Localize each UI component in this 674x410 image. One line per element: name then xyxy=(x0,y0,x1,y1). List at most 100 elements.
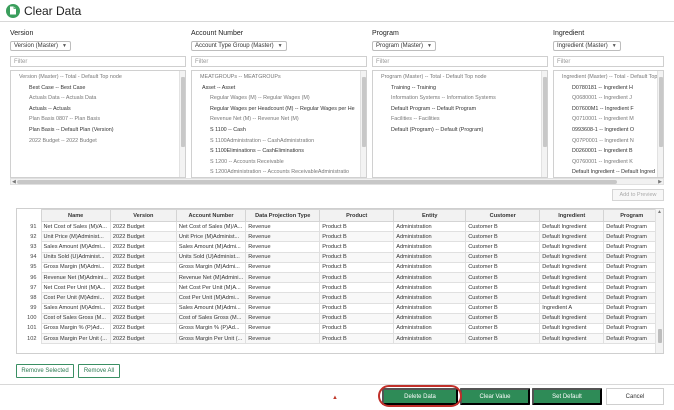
table-cell[interactable]: Revenue xyxy=(245,251,321,263)
table-cell[interactable]: Default Ingredient xyxy=(539,282,605,294)
tree-node[interactable]: Actuals -- Actuals xyxy=(29,106,71,112)
table-cell[interactable]: Administration xyxy=(393,261,467,273)
table-cell[interactable]: Revenue xyxy=(245,241,321,253)
table-row[interactable]: 93 Sales Amount (M)Admi... 2022 Budget Sale… xyxy=(17,241,661,253)
table-cell[interactable]: Net Cost of Sales (M)/A... xyxy=(40,220,111,233)
tree-node[interactable]: Information Systems -- Information Syste… xyxy=(391,95,496,101)
filter-horizontal-scrollbar[interactable]: ◀ ▶ xyxy=(10,178,664,185)
scrollbar-thumb[interactable] xyxy=(17,180,617,184)
tree-node[interactable]: Regular Wages (M) -- Regular Wages (M) xyxy=(210,95,310,101)
tree-node[interactable]: Training -- Training xyxy=(391,85,436,91)
table-cell[interactable]: Default Ingredient xyxy=(539,261,605,273)
remove-all-button[interactable]: Remove All xyxy=(78,364,120,378)
filter-input[interactable]: Filter xyxy=(191,56,367,67)
tree-node[interactable]: Q07P0001 -- Ingredient N xyxy=(572,138,634,144)
table-cell[interactable]: Revenue xyxy=(245,312,321,324)
table-cell[interactable]: Cost Per Unit (M)Admi... xyxy=(175,292,247,304)
table-row[interactable]: 95 Gross Margin (M)Admi... 2022 Budget Gros… xyxy=(17,261,661,273)
table-cell[interactable]: Product B xyxy=(319,261,395,273)
tree-node[interactable]: Asset -- Asset xyxy=(202,85,235,91)
table-cell[interactable]: Revenue xyxy=(245,282,321,294)
table-cell[interactable]: Product B xyxy=(319,282,395,294)
table-cell[interactable]: Product B xyxy=(319,292,395,304)
table-cell[interactable]: Administration xyxy=(393,333,467,345)
tree-node[interactable]: S 1100Eliminations -- CashEliminations xyxy=(210,148,304,154)
table-cell[interactable]: Units Sold (U)Administ... xyxy=(175,251,247,263)
table-cell[interactable]: Default Ingredient xyxy=(539,220,605,233)
table-cell[interactable]: 2022 Budget xyxy=(109,251,177,263)
tree-node[interactable]: S 1200Administration -- Accounts Receiva… xyxy=(210,169,349,175)
table-cell[interactable]: Default Program xyxy=(603,312,661,324)
table-cell[interactable]: Cost of Sales Gross (M... xyxy=(40,312,111,324)
clear-value-button[interactable]: Clear Value xyxy=(460,388,530,405)
table-cell[interactable]: Default Program xyxy=(603,271,661,284)
table-cell[interactable]: Default Program xyxy=(603,292,661,304)
table-cell[interactable]: Product B xyxy=(319,241,395,253)
table-cell[interactable]: Revenue xyxy=(245,261,321,273)
tree-node[interactable]: Ingredient (Master) -- Total - Default T… xyxy=(562,74,657,80)
table-cell[interactable]: Default Program xyxy=(603,241,661,253)
tree-node[interactable]: D0260001 -- Ingredient B xyxy=(572,148,633,154)
table-cell[interactable]: Administration xyxy=(393,322,467,335)
table-cell[interactable]: Product B xyxy=(319,220,395,233)
table-cell[interactable]: 2022 Budget xyxy=(109,292,177,304)
tree-node[interactable]: D07600M1 -- Ingredient F xyxy=(572,106,634,112)
table-cell[interactable]: Revenue xyxy=(245,231,321,243)
table-cell[interactable]: Default Ingredient xyxy=(539,312,605,324)
table-cell[interactable]: Administration xyxy=(393,282,467,294)
table-cell[interactable]: Customer B xyxy=(465,261,541,273)
table-cell[interactable]: Revenue Net (M)Admini... xyxy=(175,271,247,284)
table-cell[interactable]: Gross Margin (M)Admi... xyxy=(175,261,247,273)
table-cell[interactable]: 2022 Budget xyxy=(109,261,177,273)
tree-node[interactable]: 2022 Budget -- 2022 Budget xyxy=(29,138,97,144)
table-cell[interactable]: Administration xyxy=(393,302,467,314)
table-cell[interactable]: Product B xyxy=(319,231,395,243)
table-row[interactable]: 99 Sales Amount (M)Admi... 2022 Budget Sale… xyxy=(17,302,661,314)
table-cell[interactable]: 2022 Budget xyxy=(109,312,177,324)
table-cell[interactable]: Default Program xyxy=(603,322,661,335)
table-cell[interactable]: Default Ingredient xyxy=(539,251,605,263)
table-cell[interactable]: Default Program xyxy=(603,333,661,345)
grid-vertical-scrollbar[interactable]: ▲ xyxy=(655,209,663,353)
table-row[interactable]: 98 Cost Per Unit (M)Admi... 2022 Budget Cos… xyxy=(17,292,661,304)
hierarchy-select[interactable]: Version (Master) ▼ xyxy=(10,41,71,51)
column-header[interactable]: Version xyxy=(109,209,177,222)
column-header[interactable]: Name xyxy=(40,209,111,222)
table-cell[interactable]: Gross Margin Per Unit (... xyxy=(175,333,247,345)
table-cell[interactable]: Cost Per Unit (M)Admi... xyxy=(40,292,111,304)
table-cell[interactable]: Administration xyxy=(393,312,467,324)
table-cell[interactable]: Administration xyxy=(393,220,467,233)
tree-vertical-scrollbar[interactable] xyxy=(360,71,366,177)
tree-node[interactable]: Regular Wages per Headcount (M) -- Regul… xyxy=(210,106,355,112)
tree-node[interactable]: Plan Basis 0807 -- Plan Basis xyxy=(29,116,100,122)
table-cell[interactable]: Gross Margin Per Unit (... xyxy=(40,333,111,345)
tree-node[interactable]: Q0760001 -- Ingredient K xyxy=(572,159,633,165)
tree-node[interactable]: 0993608-1 -- Ingredient O xyxy=(572,127,634,133)
table-row[interactable]: 97 Net Cost Per Unit (M)A... 2022 Budget Ne… xyxy=(17,282,661,294)
hierarchy-select[interactable]: Ingredient (Master) ▼ xyxy=(553,41,621,51)
tree-node[interactable]: Q0680001 -- Ingredient J xyxy=(572,95,632,101)
filter-input[interactable]: Filter xyxy=(553,56,664,67)
tree-node[interactable]: Default Program -- Default Program xyxy=(391,106,476,112)
table-row[interactable]: 91 Net Cost of Sales (M)/A... 2022 Budget N… xyxy=(17,220,661,233)
table-cell[interactable]: 2022 Budget xyxy=(109,282,177,294)
tree-node[interactable]: Plan Basis -- Default Plan (Version) xyxy=(29,127,114,133)
table-cell[interactable]: 2022 Budget xyxy=(109,302,177,314)
table-cell[interactable]: Sales Amount (M)Admi... xyxy=(40,302,111,314)
table-cell[interactable]: Sales Amount (M)Admi... xyxy=(175,241,247,253)
scrollbar-thumb[interactable] xyxy=(659,77,663,147)
table-cell[interactable]: Default Program xyxy=(603,282,661,294)
scroll-left-icon[interactable]: ◀ xyxy=(12,179,16,185)
table-cell[interactable]: Default Ingredient xyxy=(539,241,605,253)
table-cell[interactable]: Customer B xyxy=(465,333,541,345)
tree-node[interactable]: Version (Master) -- Total - Default Top … xyxy=(19,74,122,80)
table-cell[interactable]: Customer B xyxy=(465,220,541,233)
remove-selected-button[interactable]: Remove Selected xyxy=(16,364,74,378)
filter-input[interactable]: Filter xyxy=(372,56,548,67)
table-cell[interactable]: Default Ingredient xyxy=(539,322,605,335)
table-cell[interactable]: Default Program xyxy=(603,231,661,243)
tree-node[interactable]: MEATGROUPs -- MEATGROUPs xyxy=(200,74,281,80)
table-cell[interactable]: Product B xyxy=(319,333,395,345)
scroll-right-icon[interactable]: ▶ xyxy=(658,179,662,185)
table-cell[interactable]: Revenue xyxy=(245,292,321,304)
